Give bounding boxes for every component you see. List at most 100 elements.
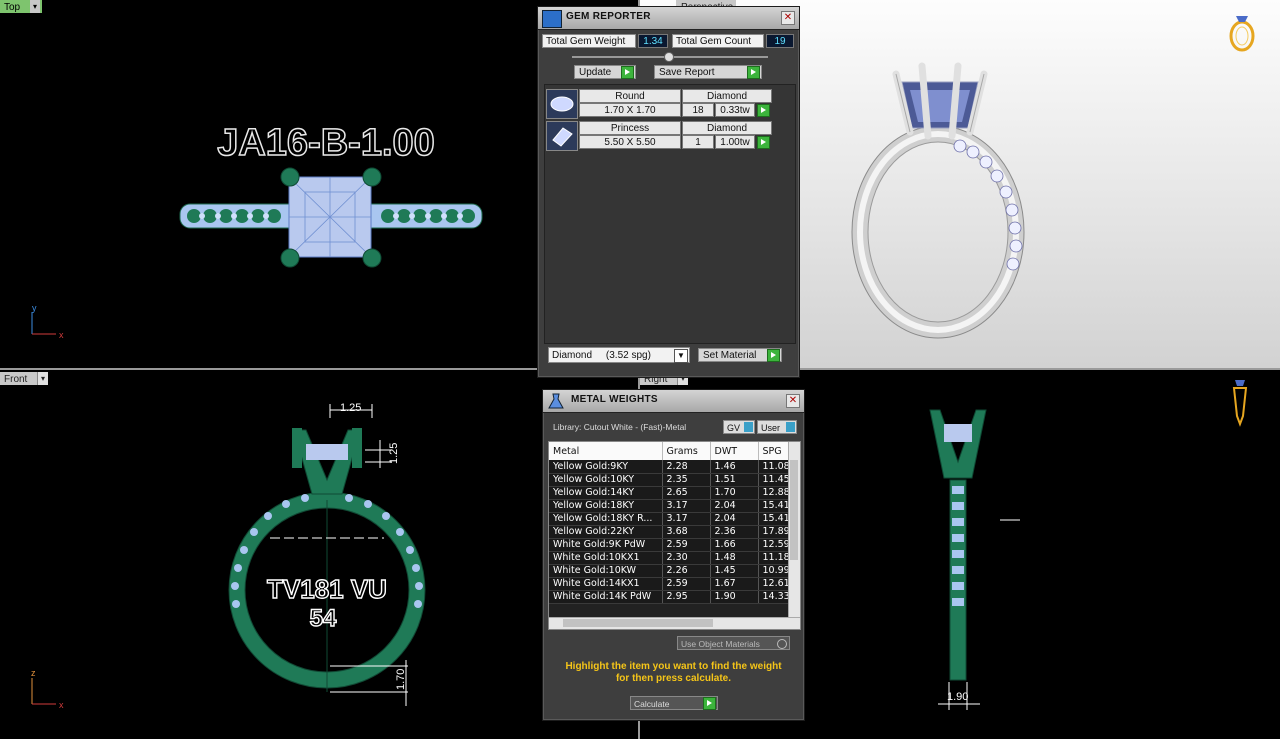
ring-icon	[1229, 16, 1255, 52]
dim-prong: 1.25	[388, 443, 400, 464]
svg-text:x: x	[59, 700, 64, 710]
table-cell: White Gold:10KW	[549, 564, 663, 578]
table-cell: 2.26	[662, 564, 711, 578]
gem-reporter-icon	[542, 10, 562, 28]
table-cell: 1.66	[710, 538, 759, 552]
close-icon[interactable]: ✕	[786, 394, 800, 408]
table-cell: White Gold:9K PdW	[549, 538, 663, 552]
round-gem-select-icon[interactable]	[757, 104, 770, 117]
table-row[interactable]: Yellow Gold:14KY 2.65 1.70 12.88	[549, 486, 790, 500]
table-cell: 1.51	[710, 473, 759, 487]
table-row[interactable]: Yellow Gold:18KY R... 3.17 2.04 15.41	[549, 512, 790, 526]
table-cell: 2.59	[662, 577, 711, 591]
table-row[interactable]: Yellow Gold:22KY 3.68 2.36 17.89	[549, 525, 790, 539]
table-row[interactable]: White Gold:9K PdW 2.59 1.66 12.59	[549, 538, 790, 552]
metal-library-label: Library: Cutout White - (Fast)-Metal	[553, 422, 687, 432]
front-head	[293, 429, 361, 495]
play-icon	[621, 66, 634, 79]
save-report-button[interactable]: Save Report	[654, 65, 762, 79]
top-view-menu-arrow[interactable]: ▾	[30, 0, 40, 13]
gem-reporter-titlebar[interactable]: GEM REPORTER ✕	[538, 7, 799, 30]
set-material-button[interactable]: Set Material	[698, 348, 782, 362]
metal-weights-panel: METAL WEIGHTS ✕ Library: Cutout White - …	[542, 389, 805, 721]
table-cell: 15.41	[758, 499, 790, 513]
table-cell: 2.95	[662, 590, 711, 604]
table-cell: White Gold:14K PdW	[549, 590, 663, 604]
metal-weights-title: METAL WEIGHTS	[571, 394, 658, 405]
user-toggle[interactable]: User	[757, 420, 797, 434]
table-cell: 12.59	[758, 538, 790, 552]
top-view-label[interactable]: Top ▾	[0, 0, 42, 13]
table-cell: 10.99	[758, 564, 790, 578]
table-cell: Yellow Gold:10KY	[549, 473, 663, 487]
svg-text:x: x	[59, 330, 64, 340]
play-icon	[703, 697, 716, 710]
gem-reporter-slider[interactable]	[572, 52, 768, 62]
total-count-value: 19	[766, 34, 794, 48]
table-cell: 1.45	[710, 564, 759, 578]
table-cell: 2.04	[710, 499, 759, 513]
metal-weights-titlebar[interactable]: METAL WEIGHTS ✕	[543, 390, 804, 413]
table-cell: White Gold:14KX1	[549, 577, 663, 591]
calculate-button[interactable]: Calculate	[630, 696, 718, 710]
table-cell: 2.65	[662, 486, 711, 500]
table-cell: 17.89	[758, 525, 790, 539]
table-cell: 12.88	[758, 486, 790, 500]
total-weight-label: Total Gem Weight	[542, 34, 636, 48]
princess-gem-select-icon[interactable]	[757, 136, 770, 149]
svg-text:y: y	[32, 303, 37, 313]
dim-top-width: 1.25	[340, 402, 361, 414]
table-cell: 2.04	[710, 512, 759, 526]
table-cell: Yellow Gold:18KY R...	[549, 512, 663, 526]
table-cell: 12.61	[758, 577, 790, 591]
table-cell: 1.67	[710, 577, 759, 591]
front-engraving-line2: 54	[310, 605, 337, 632]
table-cell: 15.41	[758, 512, 790, 526]
front-view-label[interactable]: Front ▾	[0, 372, 48, 385]
table-cell: 3.17	[662, 512, 711, 526]
table-row[interactable]: White Gold:10KX1 2.30 1.48 11.18	[549, 551, 790, 565]
table-cell: 1.70	[710, 486, 759, 500]
table-cell: 11.18	[758, 551, 790, 565]
table-row[interactable]: Yellow Gold:10KY 2.35 1.51 11.45	[549, 473, 790, 487]
top-axis-indicator: y x	[31, 303, 64, 340]
table-row[interactable]: White Gold:14K PdW 2.95 1.90 14.33	[549, 590, 790, 604]
flask-icon	[547, 393, 565, 409]
table-cell: White Gold:10KX1	[549, 551, 663, 565]
table-row[interactable]: White Gold:10KW 2.26 1.45 10.99	[549, 564, 790, 578]
table-cell: 1.90	[710, 590, 759, 604]
top-view-label-text: Top	[4, 2, 21, 13]
slider-handle[interactable]	[664, 52, 674, 62]
metal-table: Metal Grams DWT SPG Yellow Gold:9KY 2.28 1…	[549, 442, 790, 604]
total-weight-value: 1.34	[638, 34, 668, 48]
update-button[interactable]: Update	[574, 65, 636, 79]
metal-table-hscroll[interactable]	[549, 617, 800, 629]
front-view-menu-arrow[interactable]: ▾	[37, 372, 48, 385]
use-object-materials-select[interactable]: Use Object Materials	[677, 636, 790, 650]
table-cell: 2.36	[710, 525, 759, 539]
close-icon[interactable]: ✕	[781, 11, 795, 25]
front-axis-indicator: z x	[31, 668, 64, 710]
table-cell: 1.48	[710, 551, 759, 565]
dim-shank: 1.70	[395, 669, 407, 690]
metal-table-vscroll[interactable]	[788, 442, 800, 618]
right-head	[929, 409, 987, 479]
table-cell: Yellow Gold:22KY	[549, 525, 663, 539]
table-cell: 2.35	[662, 473, 711, 487]
table-row[interactable]: Yellow Gold:18KY 3.17 2.04 15.41	[549, 499, 790, 513]
play-icon	[767, 349, 780, 362]
chevron-down-icon[interactable]: ▼	[674, 349, 688, 363]
metal-hint: Highlight the item you want to find the …	[565, 661, 782, 684]
gem-reporter-title: GEM REPORTER	[566, 11, 651, 22]
pencil-icon	[1232, 380, 1248, 427]
material-select[interactable]: Diamond (3.52 spg) ▼	[548, 347, 690, 363]
metal-table-container: Metal Grams DWT SPG Yellow Gold:9KY 2.28 1…	[548, 441, 801, 630]
table-cell: Yellow Gold:18KY	[549, 499, 663, 513]
princess-gem-thumbnail	[546, 121, 578, 151]
top-engraving-text: JA16-B-1.00	[217, 122, 435, 164]
table-row[interactable]: Yellow Gold:9KY 2.28 1.46 11.08	[549, 460, 790, 474]
gv-toggle[interactable]: GV	[723, 420, 755, 434]
table-cell: 14.33	[758, 590, 790, 604]
table-row[interactable]: White Gold:14KX1 2.59 1.67 12.61	[549, 577, 790, 591]
table-cell: Yellow Gold:14KY	[549, 486, 663, 500]
